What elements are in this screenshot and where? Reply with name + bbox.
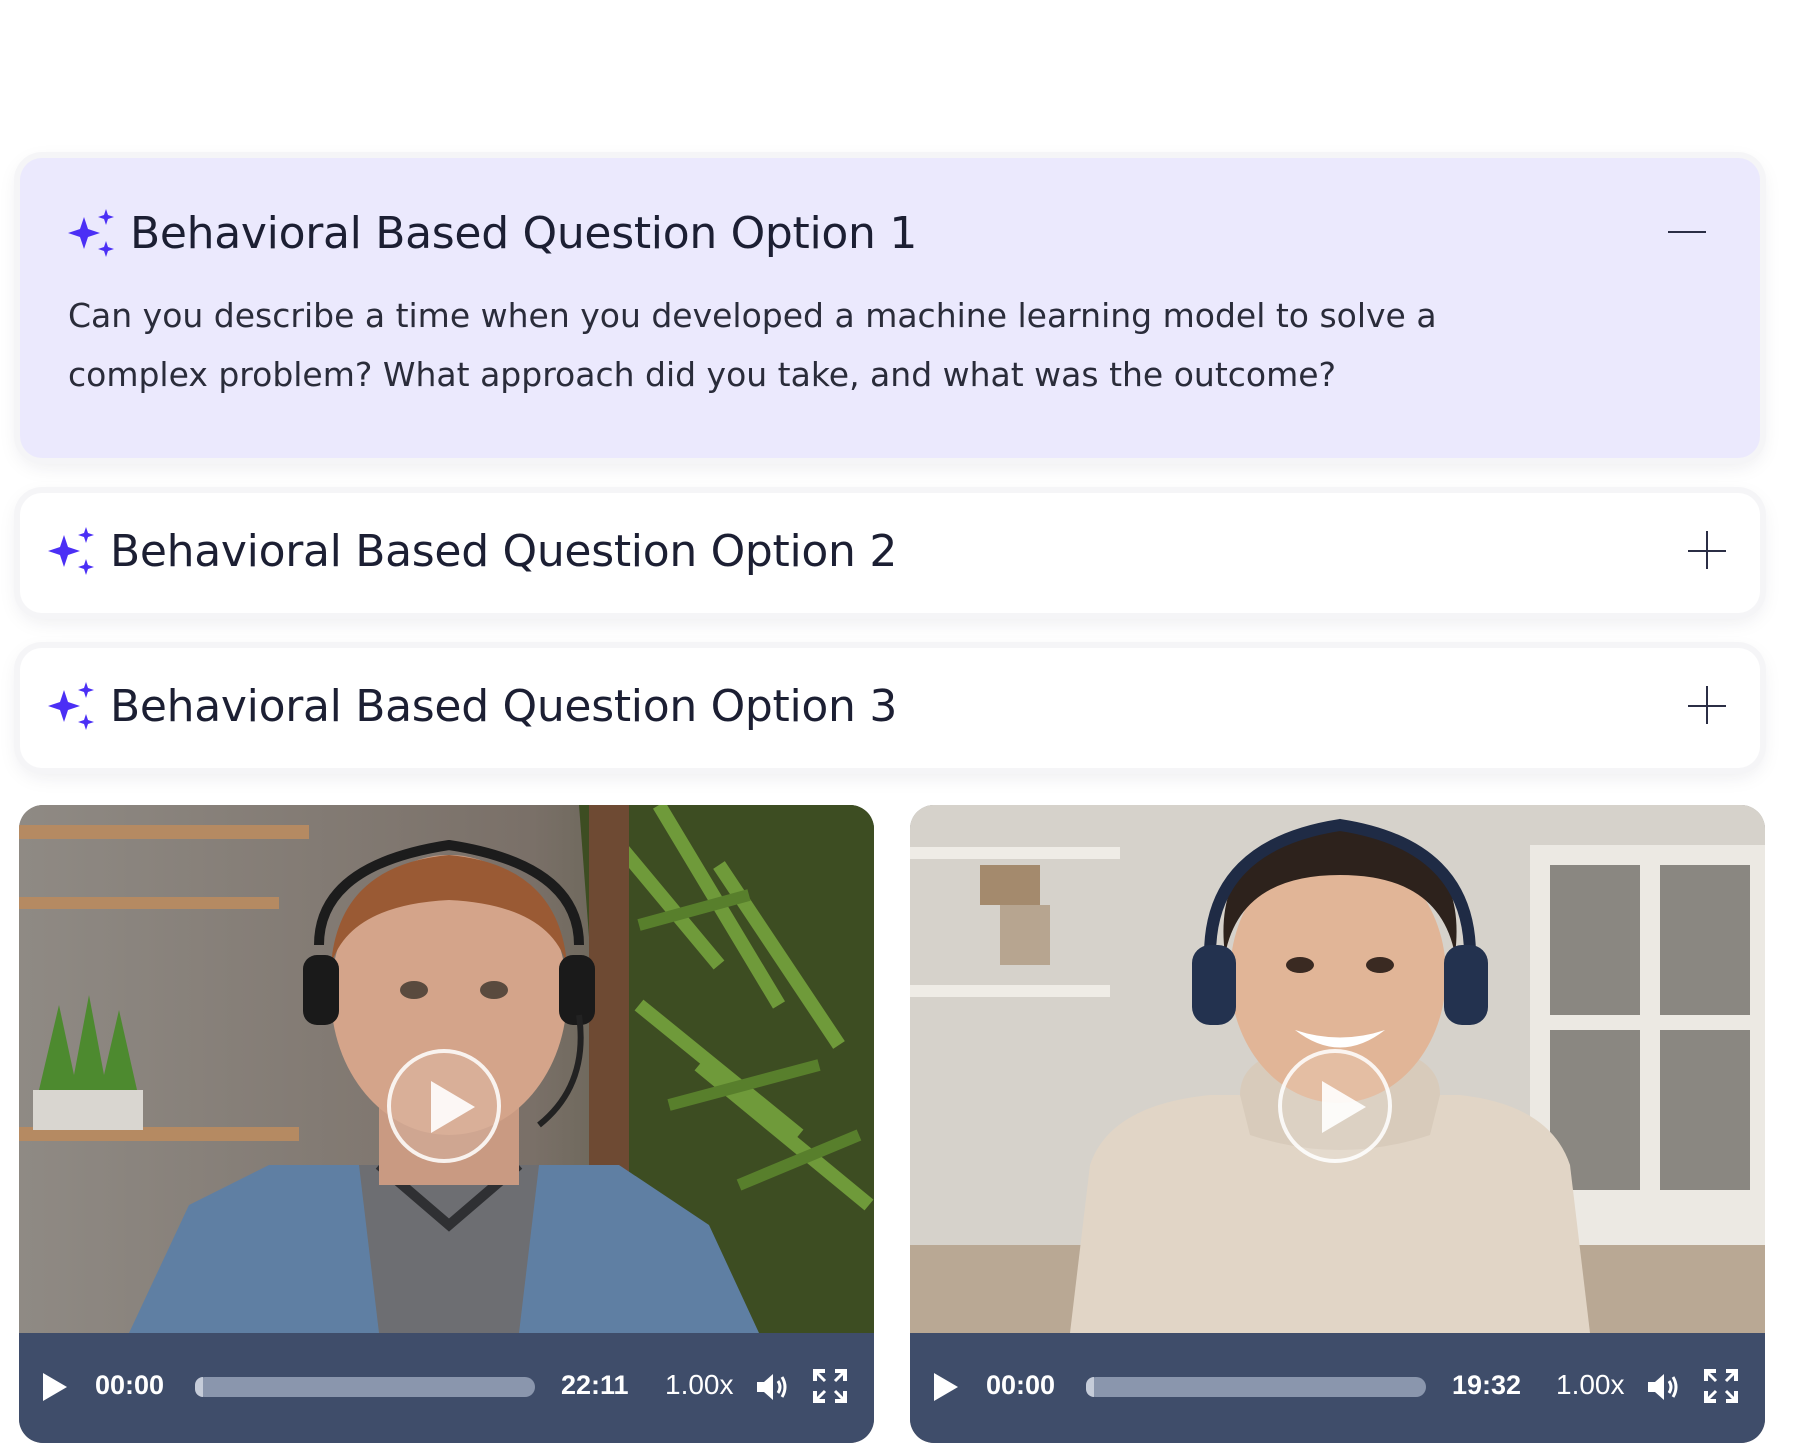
question-title-2: Behavioral Based Question Option 2 [110,526,898,577]
progress-fill [195,1377,203,1397]
video-player-1[interactable]: 00:00 22:11 1.00x [19,805,874,1443]
play-icon[interactable] [43,1373,67,1401]
video-progress-bar[interactable] [1086,1377,1426,1397]
question-title-1: Behavioral Based Question Option 1 [130,208,918,259]
play-icon[interactable] [934,1373,958,1401]
question-text-1: Can you describe a time when you develop… [68,296,1437,394]
sparkle-icon [48,526,94,575]
video-controls-1: 00:00 22:11 1.00x [19,1333,874,1443]
sparkle-icon [48,681,94,730]
volume-icon[interactable] [755,1370,791,1404]
playback-speed-button[interactable]: 1.00x [1556,1369,1625,1401]
minus-icon[interactable] [1668,212,1708,252]
video-progress-bar[interactable] [195,1377,535,1397]
question-card-2[interactable]: Behavioral Based Question Option 2 [20,493,1760,613]
question-header-1[interactable]: Behavioral Based Question Option 1 [66,208,917,259]
video-controls-2: 00:00 19:32 1.00x [910,1333,1765,1443]
question-card-3[interactable]: Behavioral Based Question Option 3 [20,648,1760,768]
current-time: 00:00 [95,1370,165,1400]
question-header-3[interactable]: Behavioral Based Question Option 3 [46,681,897,732]
video-play-overlay-button[interactable] [1278,1049,1392,1163]
plus-icon[interactable] [1688,686,1728,726]
question-card-1[interactable]: Behavioral Based Question Option 1 Can y… [20,158,1760,458]
sparkle-icon [68,208,114,257]
plus-icon[interactable] [1688,531,1728,571]
volume-icon[interactable] [1646,1370,1682,1404]
video-play-overlay-button[interactable] [387,1049,501,1163]
video-player-2[interactable]: 00:00 19:32 1.00x [910,805,1765,1443]
playback-speed-button[interactable]: 1.00x [665,1369,734,1401]
question-header-2[interactable]: Behavioral Based Question Option 2 [46,526,897,577]
progress-fill [1086,1377,1094,1397]
fullscreen-icon[interactable] [813,1369,847,1403]
duration: 22:11 [561,1370,629,1400]
question-title-3: Behavioral Based Question Option 3 [110,681,898,732]
current-time: 00:00 [986,1370,1056,1400]
fullscreen-icon[interactable] [1704,1369,1738,1403]
duration: 19:32 [1452,1370,1522,1400]
